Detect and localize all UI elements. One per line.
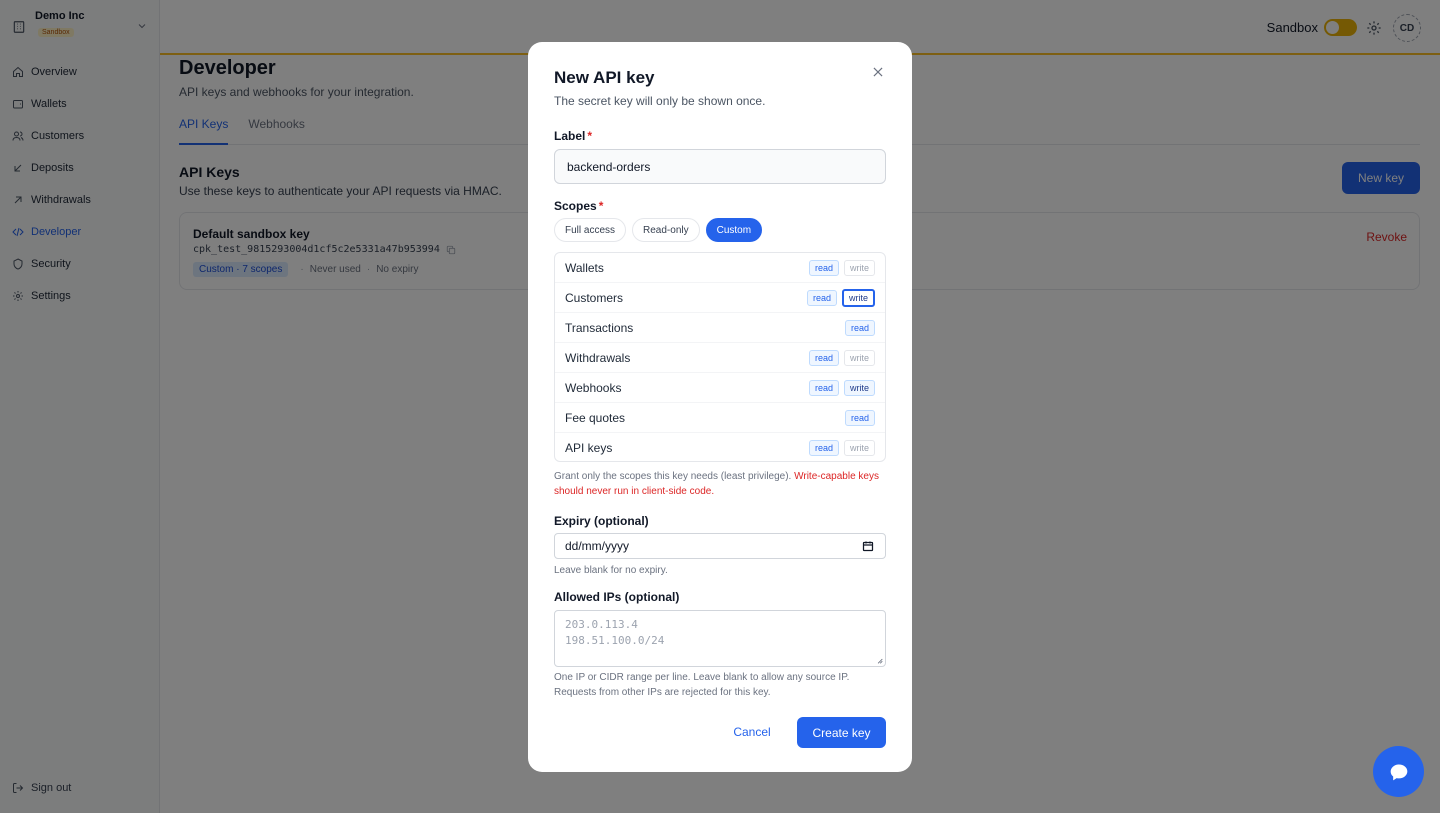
read-toggle[interactable]: read	[808, 349, 839, 366]
expiry-hint: Leave blank for no expiry.	[554, 565, 668, 576]
scope-name: Webhooks	[565, 380, 622, 395]
scopes-field-label: Scopes *	[554, 199, 603, 213]
label-input[interactable]: backend-orders	[554, 149, 886, 184]
write-toggle[interactable]: write	[843, 349, 875, 366]
scope-preset-custom[interactable]: Custom	[705, 218, 763, 242]
ips-hint: One IP or CIDR range per line. Leave bla…	[554, 670, 886, 700]
scope-row-fee-quotes: Fee quotes read	[555, 403, 885, 433]
read-toggle[interactable]: read	[806, 289, 837, 306]
read-toggle[interactable]: read	[808, 259, 839, 276]
scope-hint: Grant only the scopes this key needs (le…	[554, 469, 886, 499]
allowed-ips-textarea[interactable]: 203.0.113.4 198.51.100.0/24	[554, 610, 886, 667]
ips-field-label: Allowed IPs (optional)	[554, 590, 680, 604]
create-key-button[interactable]: Create key	[797, 717, 886, 748]
write-toggle[interactable]: write	[841, 288, 875, 307]
label-field-label: Label *	[554, 129, 592, 143]
dialog-title: New API key	[554, 68, 655, 87]
ips-placeholder: 203.0.113.4 198.51.100.0/24	[565, 617, 664, 649]
scope-row-customers: Customers read write	[555, 283, 885, 313]
label-field-text: Label	[554, 129, 586, 143]
scope-row-api-keys: API keys read write	[555, 433, 885, 461]
chat-button[interactable]	[1373, 746, 1424, 797]
read-toggle[interactable]: read	[844, 409, 875, 426]
chat-bubble-icon	[1390, 764, 1407, 780]
calendar-icon[interactable]	[862, 540, 874, 552]
scope-preset-full-access[interactable]: Full access	[554, 218, 627, 242]
scope-name: Transactions	[565, 320, 634, 335]
scope-name: Withdrawals	[565, 350, 631, 365]
scope-row-transactions: Transactions read	[555, 313, 885, 343]
required-marker: *	[587, 129, 593, 143]
new-api-key-dialog: New API key The secret key will only be …	[528, 42, 912, 772]
ips-hint-line: One IP or CIDR range per line. Leave bla…	[554, 672, 850, 683]
scope-preset-tabs: Full access Read-only Custom	[554, 218, 768, 242]
scopes-field-text: Scopes	[554, 199, 597, 213]
scope-name: API keys	[565, 441, 613, 455]
write-toggle[interactable]: write	[843, 440, 875, 456]
ips-placeholder-line: 203.0.113.4	[565, 618, 638, 631]
scope-preset-read-only[interactable]: Read-only	[632, 218, 700, 242]
scope-name: Fee quotes	[565, 410, 626, 425]
read-toggle[interactable]: read	[808, 440, 839, 456]
expiry-date-input[interactable]: dd/mm/yyyy	[554, 533, 886, 559]
expiry-placeholder: dd/mm/yyyy	[565, 539, 630, 553]
scope-row-wallets: Wallets read write	[555, 253, 885, 283]
required-marker: *	[598, 199, 604, 213]
close-icon	[873, 67, 883, 77]
dialog-subtitle: The secret key will only be shown once.	[554, 94, 766, 108]
read-toggle[interactable]: read	[808, 379, 839, 396]
expiry-field-label: Expiry (optional)	[554, 514, 649, 528]
scope-row-withdrawals: Withdrawals read write	[555, 343, 885, 373]
close-button[interactable]	[871, 65, 885, 79]
scope-name: Customers	[565, 290, 624, 305]
scope-name: Wallets	[565, 260, 604, 275]
scope-row-webhooks: Webhooks read write	[555, 373, 885, 403]
write-toggle[interactable]: write	[843, 259, 875, 276]
ips-hint-line: Requests from other IPs are rejected for…	[554, 687, 771, 698]
ips-placeholder-line: 198.51.100.0/24	[565, 634, 665, 647]
write-toggle[interactable]: write	[843, 379, 875, 396]
cancel-button[interactable]: Cancel	[724, 721, 780, 743]
scope-hint-text: Grant only the scopes this key needs (le…	[554, 471, 792, 482]
scope-list: Wallets read write Customers read write …	[554, 252, 886, 462]
read-toggle[interactable]: read	[844, 319, 875, 336]
resize-handle-icon[interactable]	[876, 657, 883, 664]
